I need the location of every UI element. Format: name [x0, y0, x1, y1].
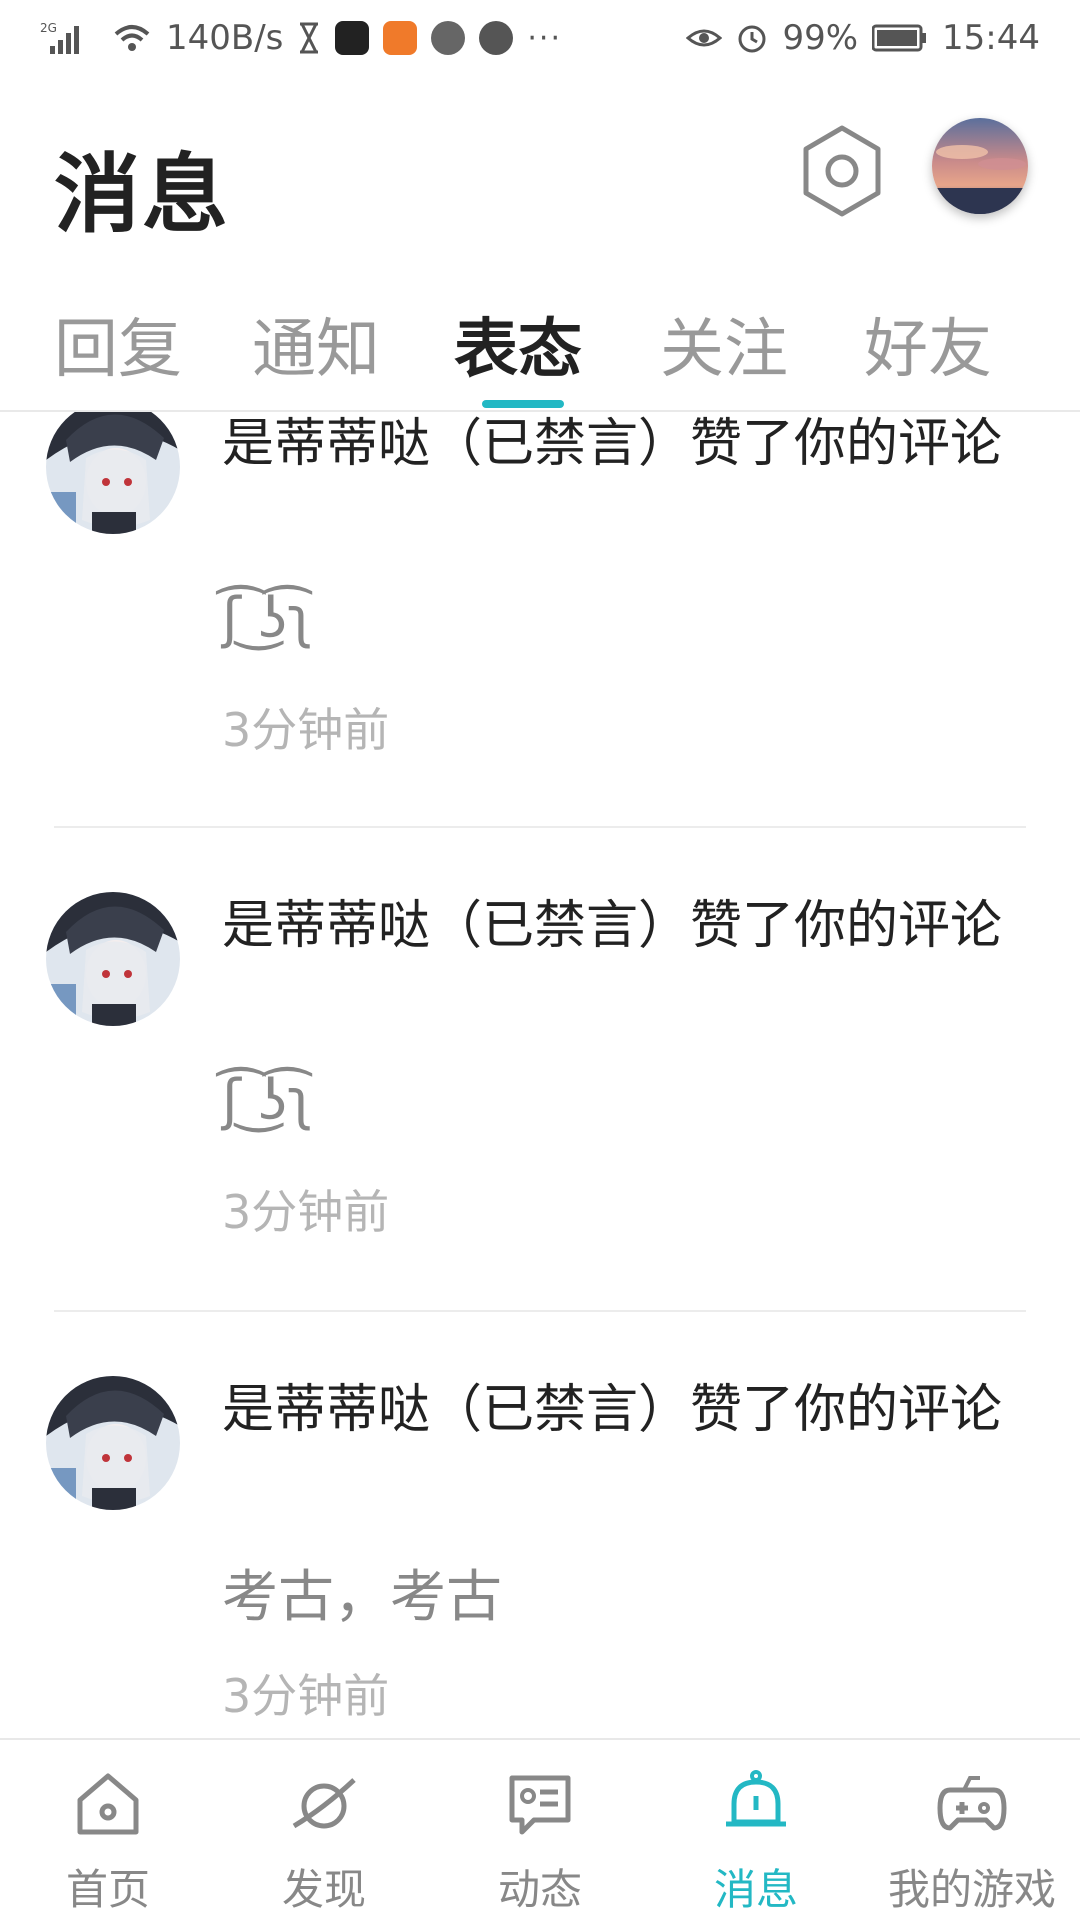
gamepad-icon — [937, 1776, 1007, 1831]
nav-discover-label: 发现 — [281, 1865, 366, 1914]
anime-avatar-image — [46, 1376, 180, 1510]
status-left: 2G 140B/s ··· — [40, 18, 562, 58]
item-title: 是蒂蒂哒（已禁言）赞了你的评论 — [222, 1380, 1003, 1440]
nav-messages-label: 消息 — [713, 1865, 798, 1914]
clock: 15:44 — [942, 18, 1040, 58]
sports-app-icon — [431, 21, 466, 55]
tab-bar: 回复 通知 表态 关注 好友 — [0, 290, 1080, 412]
battery-icon — [872, 24, 928, 52]
nav-home[interactable]: 首页 — [0, 1740, 216, 1922]
nav-discover[interactable]: 发现 — [216, 1740, 432, 1922]
tab-replies[interactable]: 回复 — [54, 298, 182, 390]
nav-messages[interactable]: 消息 — [648, 1740, 864, 1922]
battery-percent: 99% — [782, 18, 859, 58]
settings-hex-icon — [803, 125, 881, 217]
network-speed: 140B/s — [166, 18, 284, 58]
nav-my-games-label: 我的游戏 — [887, 1865, 1056, 1914]
more-notifications-icon: ··· — [527, 20, 562, 56]
item-time: 3分钟前 — [222, 703, 390, 757]
user-avatar[interactable] — [46, 412, 180, 534]
nav-home-label: 首页 — [65, 1865, 150, 1914]
planet-icon — [292, 1778, 356, 1829]
list-item[interactable]: 是蒂蒂哒（已禁言）赞了你的评论 ʃ͡ ͜ʖ͡ʅ 3分钟前 — [0, 412, 1080, 820]
item-content: 考古，考古 — [222, 1565, 502, 1630]
svg-text:2G: 2G — [40, 21, 57, 35]
nav-moments[interactable]: 动态 — [432, 1740, 648, 1922]
hourglass-icon — [297, 22, 321, 54]
tab-follows[interactable]: 关注 — [660, 298, 788, 390]
divider — [54, 826, 1026, 828]
settings-button[interactable] — [800, 122, 884, 220]
signal-icon: 2G — [40, 20, 98, 56]
nav-moments-label: 动态 — [497, 1865, 582, 1914]
divider — [54, 1310, 1026, 1312]
item-content: ʃ͡ ͜ʖ͡ʅ — [222, 586, 314, 651]
list-item[interactable]: 是蒂蒂哒（已禁言）赞了你的评论 ʃ͡ ͜ʖ͡ʅ 3分钟前 — [0, 882, 1080, 1302]
tab-reactions[interactable]: 表态 — [454, 298, 582, 390]
bell-icon — [726, 1770, 786, 1827]
alarm-icon — [736, 22, 768, 54]
qq-icon — [335, 21, 370, 55]
anime-avatar-image — [46, 892, 180, 1026]
reaction-feed: 是蒂蒂哒（已禁言）赞了你的评论 ʃ͡ ͜ʖ͡ʅ 3分钟前 是蒂蒂哒（已禁言）赞了… — [0, 412, 1080, 1738]
profile-avatar-button[interactable] — [932, 118, 1028, 214]
item-content: ʃ͡ ͜ʖ͡ʅ — [222, 1068, 314, 1133]
page-title: 消息 — [54, 145, 230, 245]
anime-avatar-image — [46, 412, 180, 534]
eye-icon — [686, 24, 723, 52]
nav-my-games[interactable]: 我的游戏 — [864, 1740, 1080, 1922]
list-item[interactable]: 是蒂蒂哒（已禁言）赞了你的评论 考古，考古 3分钟前 — [0, 1366, 1080, 1738]
wifi-icon — [112, 22, 152, 54]
tab-notifications[interactable]: 通知 — [252, 298, 380, 390]
user-avatar[interactable] — [46, 892, 180, 1026]
browser-app-icon — [383, 21, 418, 55]
user-avatar[interactable] — [46, 1376, 180, 1510]
wechat-icon — [479, 21, 514, 55]
avatar-image — [932, 118, 1028, 214]
item-title: 是蒂蒂哒（已禁言）赞了你的评论 — [222, 896, 1003, 956]
tab-friends[interactable]: 好友 — [864, 298, 992, 390]
header: 消息 — [0, 88, 1080, 248]
active-tab-indicator — [482, 400, 564, 408]
bottom-navigation: 首页 发现 动态 消息 我的游戏 — [0, 1738, 1080, 1922]
message-card-icon — [509, 1775, 571, 1835]
item-title: 是蒂蒂哒（已禁言）赞了你的评论 — [222, 414, 1003, 474]
home-icon — [77, 1773, 139, 1835]
status-bar: 2G 140B/s ··· 99% 15:44 — [0, 0, 1080, 76]
item-time: 3分钟前 — [222, 1669, 390, 1723]
status-right: 99% 15:44 — [686, 18, 1040, 58]
item-time: 3分钟前 — [222, 1185, 390, 1239]
